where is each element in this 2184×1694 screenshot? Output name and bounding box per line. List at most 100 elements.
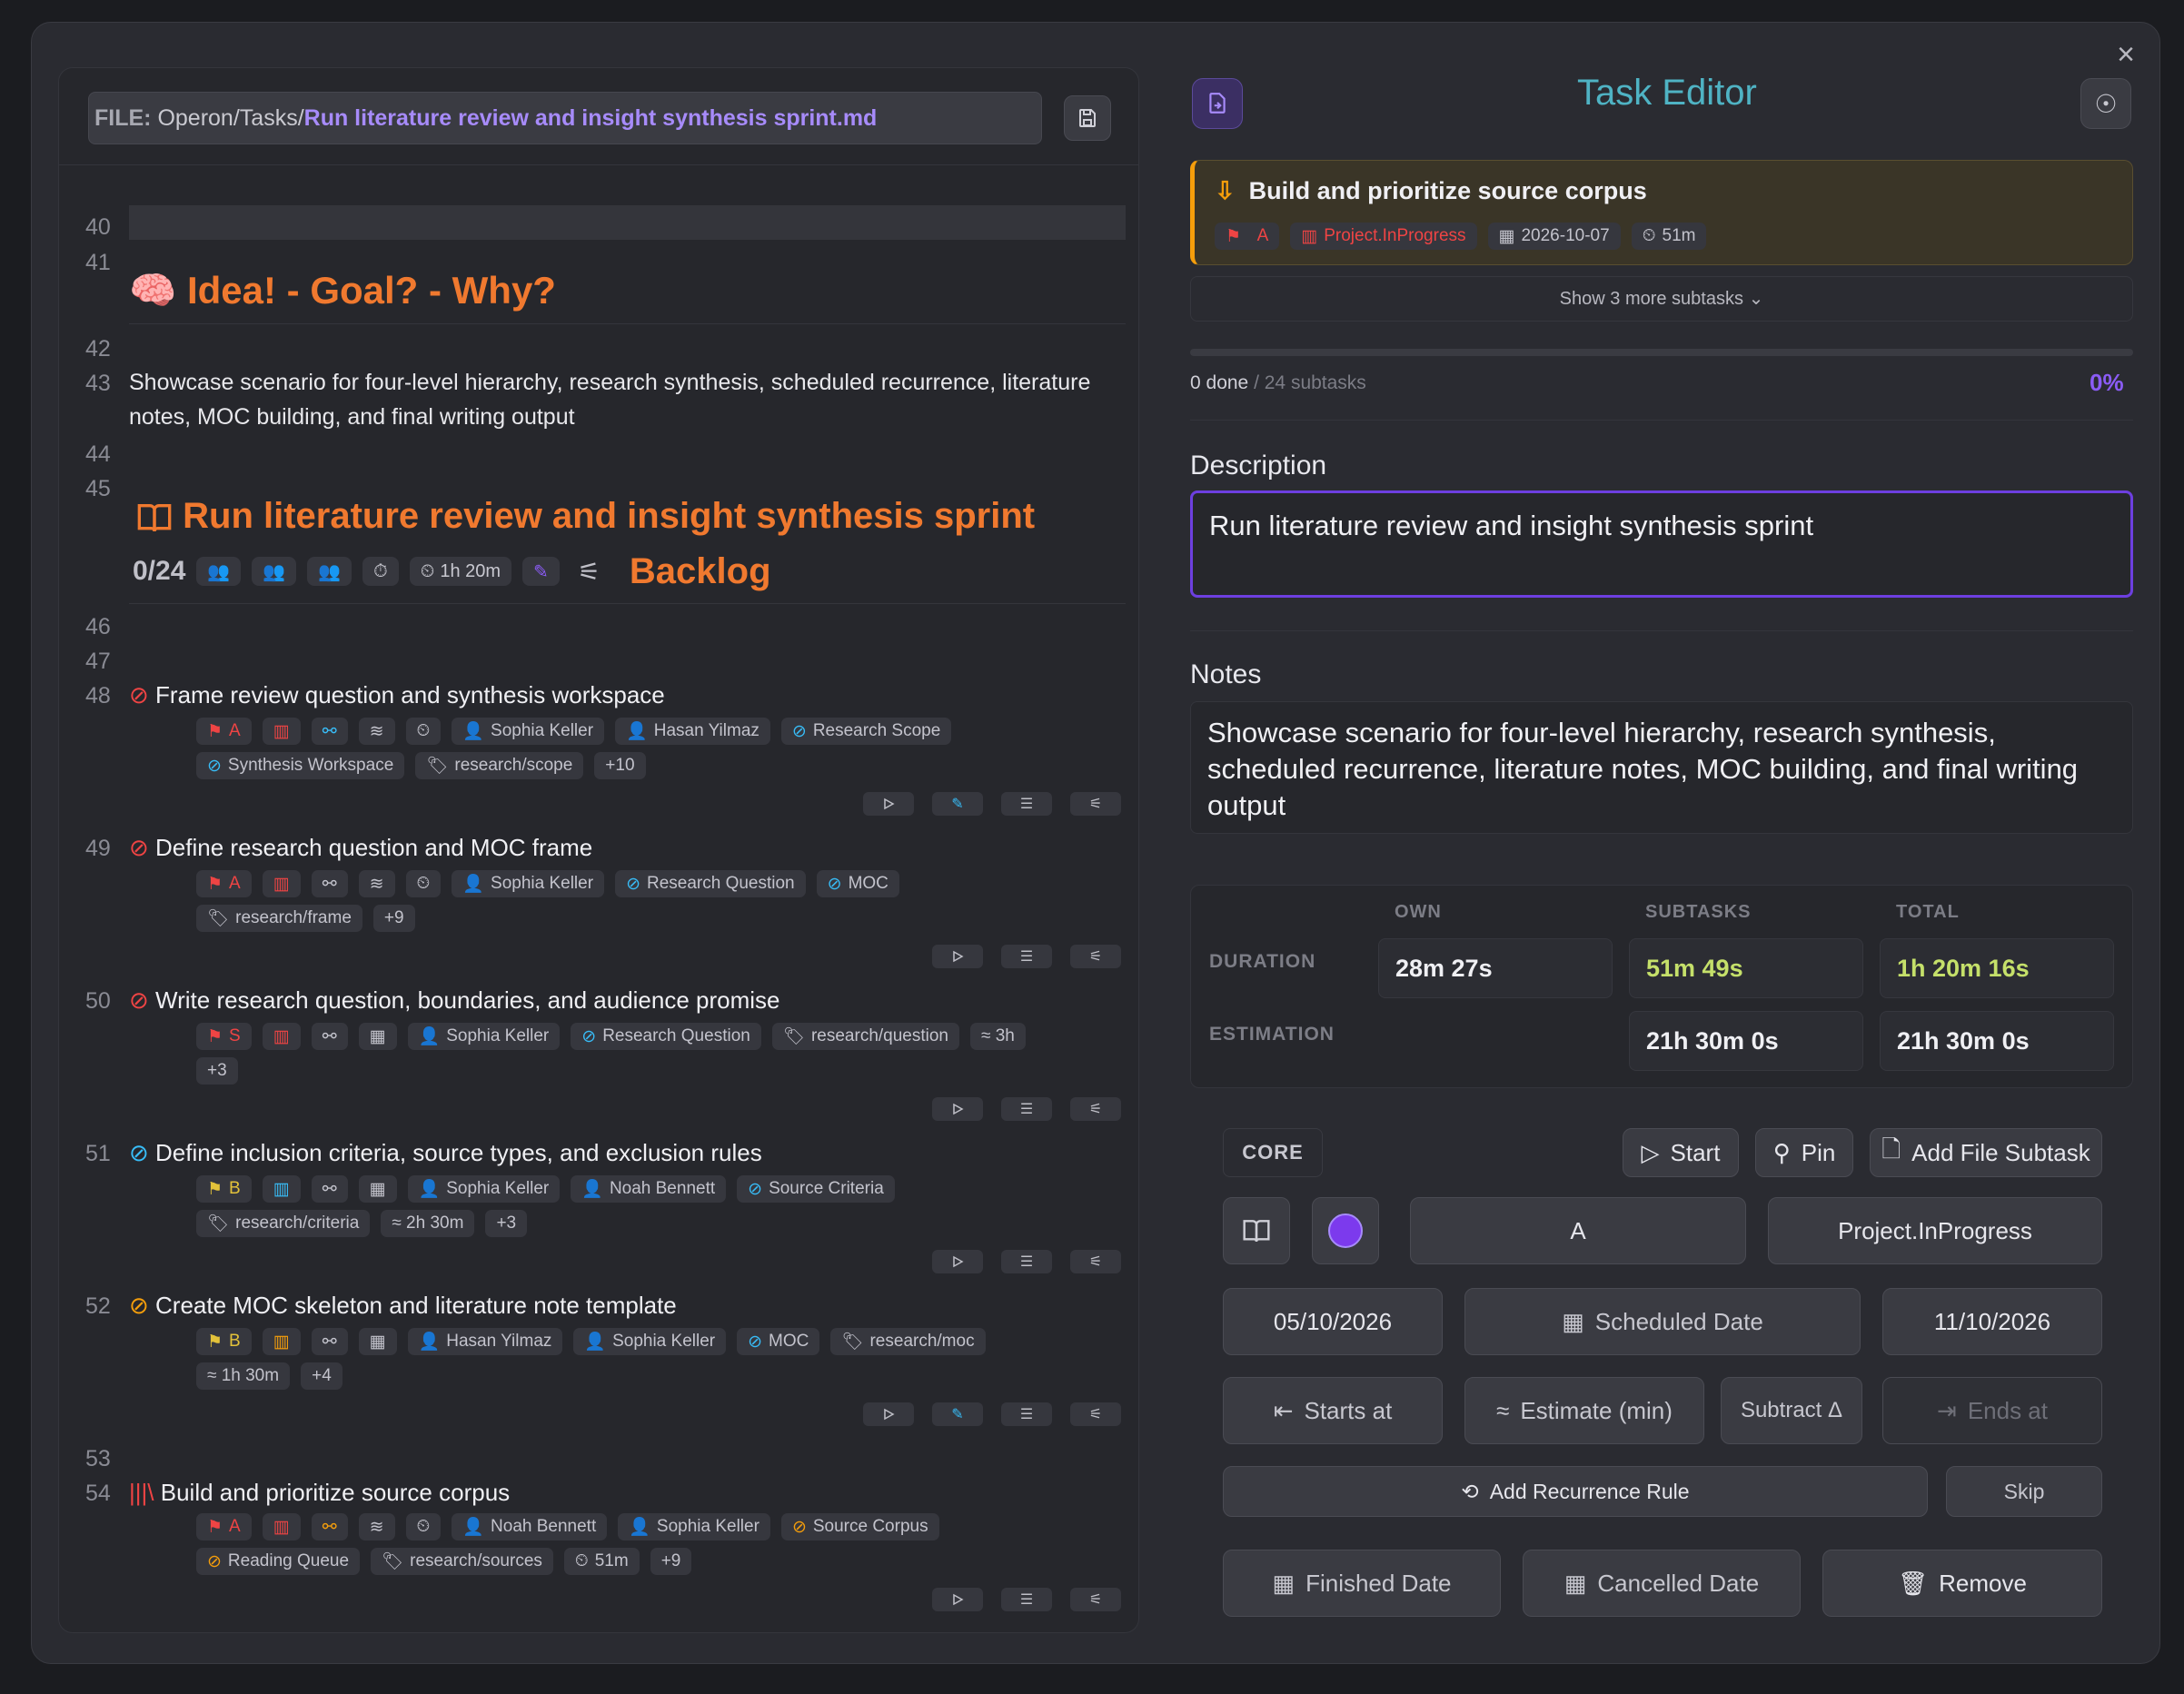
estimate-chip[interactable]: ≈ 1h 30m [196, 1362, 291, 1390]
subtract-button[interactable]: Subtract Δ [1721, 1377, 1862, 1444]
start-button[interactable]: ▷ Start [1623, 1128, 1739, 1177]
chart-icon[interactable]: ≋ [358, 718, 395, 745]
remove-button[interactable]: 🗑 Remove [1822, 1550, 2102, 1617]
assignee-chip[interactable]: 👤 Sophia Keller [452, 870, 605, 897]
play-icon[interactable] [932, 945, 983, 968]
project-chip[interactable]: ⊘ Synthesis Workspace [196, 752, 405, 779]
assignee-icon[interactable]: 👥 [307, 557, 352, 586]
assignee-chip[interactable]: 👤 Noah Bennett [571, 1175, 727, 1203]
list-icon[interactable]: ☰ [1001, 1097, 1052, 1121]
project-chip[interactable]: ⊘ Research Question [571, 1023, 761, 1050]
play-icon[interactable] [932, 1250, 983, 1273]
task-item[interactable]: ⊘ Create MOC skeleton and literature not… [129, 1292, 677, 1320]
status-icon[interactable]: ▥ [262, 1328, 301, 1355]
settings-sliders-icon[interactable]: ⚟ [571, 557, 608, 587]
timer-icon[interactable]: ⏲ [405, 718, 442, 745]
status-circle-icon[interactable]: ⊘ [129, 834, 149, 861]
save-button[interactable] [1064, 95, 1111, 141]
color-picker-button[interactable] [1312, 1197, 1379, 1264]
link-icon[interactable]: ⚯ [311, 1513, 348, 1540]
edit-icon[interactable]: ✎ [932, 792, 983, 816]
sliders-icon[interactable]: ⚟ [1070, 1097, 1121, 1121]
project-chip[interactable]: ⊘ Source Corpus [780, 1513, 939, 1540]
status-icon[interactable]: ▥ [262, 1175, 301, 1203]
description-input[interactable]: Run literature review and insight synthe… [1190, 490, 2133, 598]
assignee-chip[interactable]: 👤 Noah Bennett [452, 1513, 608, 1540]
assignee-chip[interactable]: 👤 Sophia Keller [407, 1175, 561, 1203]
project-chip[interactable]: ⊘ Research Question [615, 870, 806, 897]
sliders-icon[interactable]: ⚟ [1070, 1250, 1121, 1273]
chart-icon[interactable]: ≋ [358, 1513, 395, 1540]
task-heading[interactable]: Run literature review and insight synthe… [136, 496, 1035, 537]
task-item[interactable]: ⊘ Frame review question and synthesis wo… [129, 681, 665, 709]
calendar-icon[interactable]: ▦ [358, 1175, 397, 1203]
edit-icon[interactable]: ✎ [932, 1402, 983, 1426]
priority-chip[interactable]: ⚑ A [196, 1513, 252, 1540]
link-icon[interactable]: ⚯ [311, 1175, 348, 1203]
tag-chip[interactable]: 🏷 research/scope [415, 752, 584, 779]
status-icon[interactable]: ▥ [262, 1513, 301, 1540]
sliders-icon[interactable]: ⚟ [1070, 1402, 1121, 1426]
sliders-icon[interactable]: ⚟ [1070, 945, 1121, 968]
task-item[interactable]: ⊘ Write research question, boundaries, a… [129, 986, 780, 1015]
chart-icon[interactable]: ≋ [358, 870, 395, 897]
project-chip[interactable]: ⊘ Research Scope [780, 718, 952, 745]
timer-icon[interactable]: ⏱ [362, 557, 399, 586]
list-icon[interactable]: ☰ [1001, 945, 1052, 968]
tag-chip[interactable]: 🏷 research/criteria [196, 1210, 371, 1237]
priority-chip[interactable]: ⚑ S [196, 1023, 252, 1050]
project-chip[interactable]: ⊘ MOC [737, 1328, 820, 1355]
duration-tag[interactable]: ⏲ 1h 20m [409, 557, 512, 586]
list-icon[interactable]: ☰ [1001, 1588, 1052, 1611]
project-chip[interactable]: ⊘ MOC [816, 870, 899, 897]
ends-at-button[interactable]: ⇥ Ends at [1882, 1377, 2102, 1444]
tag-chip[interactable]: 🏷 research/moc [830, 1328, 986, 1355]
more-chip[interactable]: +3 [485, 1210, 528, 1237]
assignee-chip[interactable]: 👤 Sophia Keller [407, 1023, 561, 1050]
scheduled-date-button[interactable]: ▦ Scheduled Date [1464, 1288, 1861, 1355]
task-item[interactable]: ⊘ Define research question and MOC frame [129, 834, 592, 862]
notes-input[interactable]: Showcase scenario for four-level hierarc… [1190, 701, 2133, 834]
project-chip[interactable]: ⊘ Source Criteria [737, 1175, 895, 1203]
library-icon[interactable]: |||\ [129, 1479, 154, 1506]
project-chip[interactable]: ⊘ Reading Queue [196, 1548, 361, 1575]
play-icon[interactable] [932, 1588, 983, 1611]
priority-chip[interactable]: ⚑ B [196, 1328, 252, 1355]
task-item[interactable]: ⊘ Define inclusion criteria, source type… [129, 1139, 762, 1167]
pin-button[interactable]: ⚲ Pin [1755, 1128, 1853, 1177]
status-circle-icon[interactable]: ⊘ [129, 986, 149, 1014]
priority-chip[interactable]: ⚑ A [196, 718, 252, 745]
status-circle-icon[interactable]: ⊘ [129, 681, 149, 708]
sliders-icon[interactable]: ⚟ [1070, 1588, 1121, 1611]
more-chip[interactable]: +9 [650, 1548, 692, 1575]
add-file-subtask-button[interactable]: 🗋 Add File Subtask [1870, 1128, 2102, 1177]
assignee-chip[interactable]: 👤 Sophia Keller [618, 1513, 770, 1540]
finished-date-button[interactable]: ▦ Finished Date [1223, 1550, 1501, 1617]
link-icon[interactable]: ⚯ [311, 870, 348, 897]
estimate-button[interactable]: ≈ Estimate (min) [1464, 1377, 1704, 1444]
estimate-chip[interactable]: ≈ 3h [970, 1023, 1026, 1050]
assignee-icon[interactable]: 👥 [252, 557, 297, 586]
list-icon[interactable]: ☰ [1001, 1250, 1052, 1273]
start-date-field[interactable]: 05/10/2026 [1223, 1288, 1443, 1355]
assignee-chip[interactable]: 👤 Hasan Yilmaz [407, 1328, 563, 1355]
list-icon[interactable]: ☰ [1001, 792, 1052, 816]
sliders-icon[interactable]: ⚟ [1070, 792, 1121, 816]
more-chip[interactable]: +4 [301, 1362, 342, 1390]
timer-icon[interactable]: ⏲ [405, 1513, 442, 1540]
more-chip[interactable]: +10 [594, 752, 646, 779]
calendar-icon[interactable]: ▦ [358, 1023, 397, 1050]
show-more-subtasks-button[interactable]: Show 3 more subtasks ⌄ [1190, 276, 2133, 322]
close-icon[interactable]: × [2110, 38, 2142, 71]
calendar-icon[interactable]: ▦ [358, 1328, 397, 1355]
starts-at-button[interactable]: ⇤ Starts at [1223, 1377, 1443, 1444]
task-item[interactable]: |||\ Build and prioritize source corpus [129, 1479, 510, 1507]
more-chip[interactable]: +9 [372, 905, 415, 932]
status-circle-icon[interactable]: ⊘ [129, 1292, 149, 1319]
priority-select[interactable]: A [1410, 1197, 1746, 1264]
timer-icon[interactable]: ⏲ [405, 870, 442, 897]
open-file-button[interactable] [1192, 78, 1243, 129]
assignee-chip[interactable]: 👤 Sophia Keller [573, 1328, 727, 1355]
play-icon[interactable] [863, 792, 914, 816]
play-icon[interactable] [932, 1097, 983, 1121]
